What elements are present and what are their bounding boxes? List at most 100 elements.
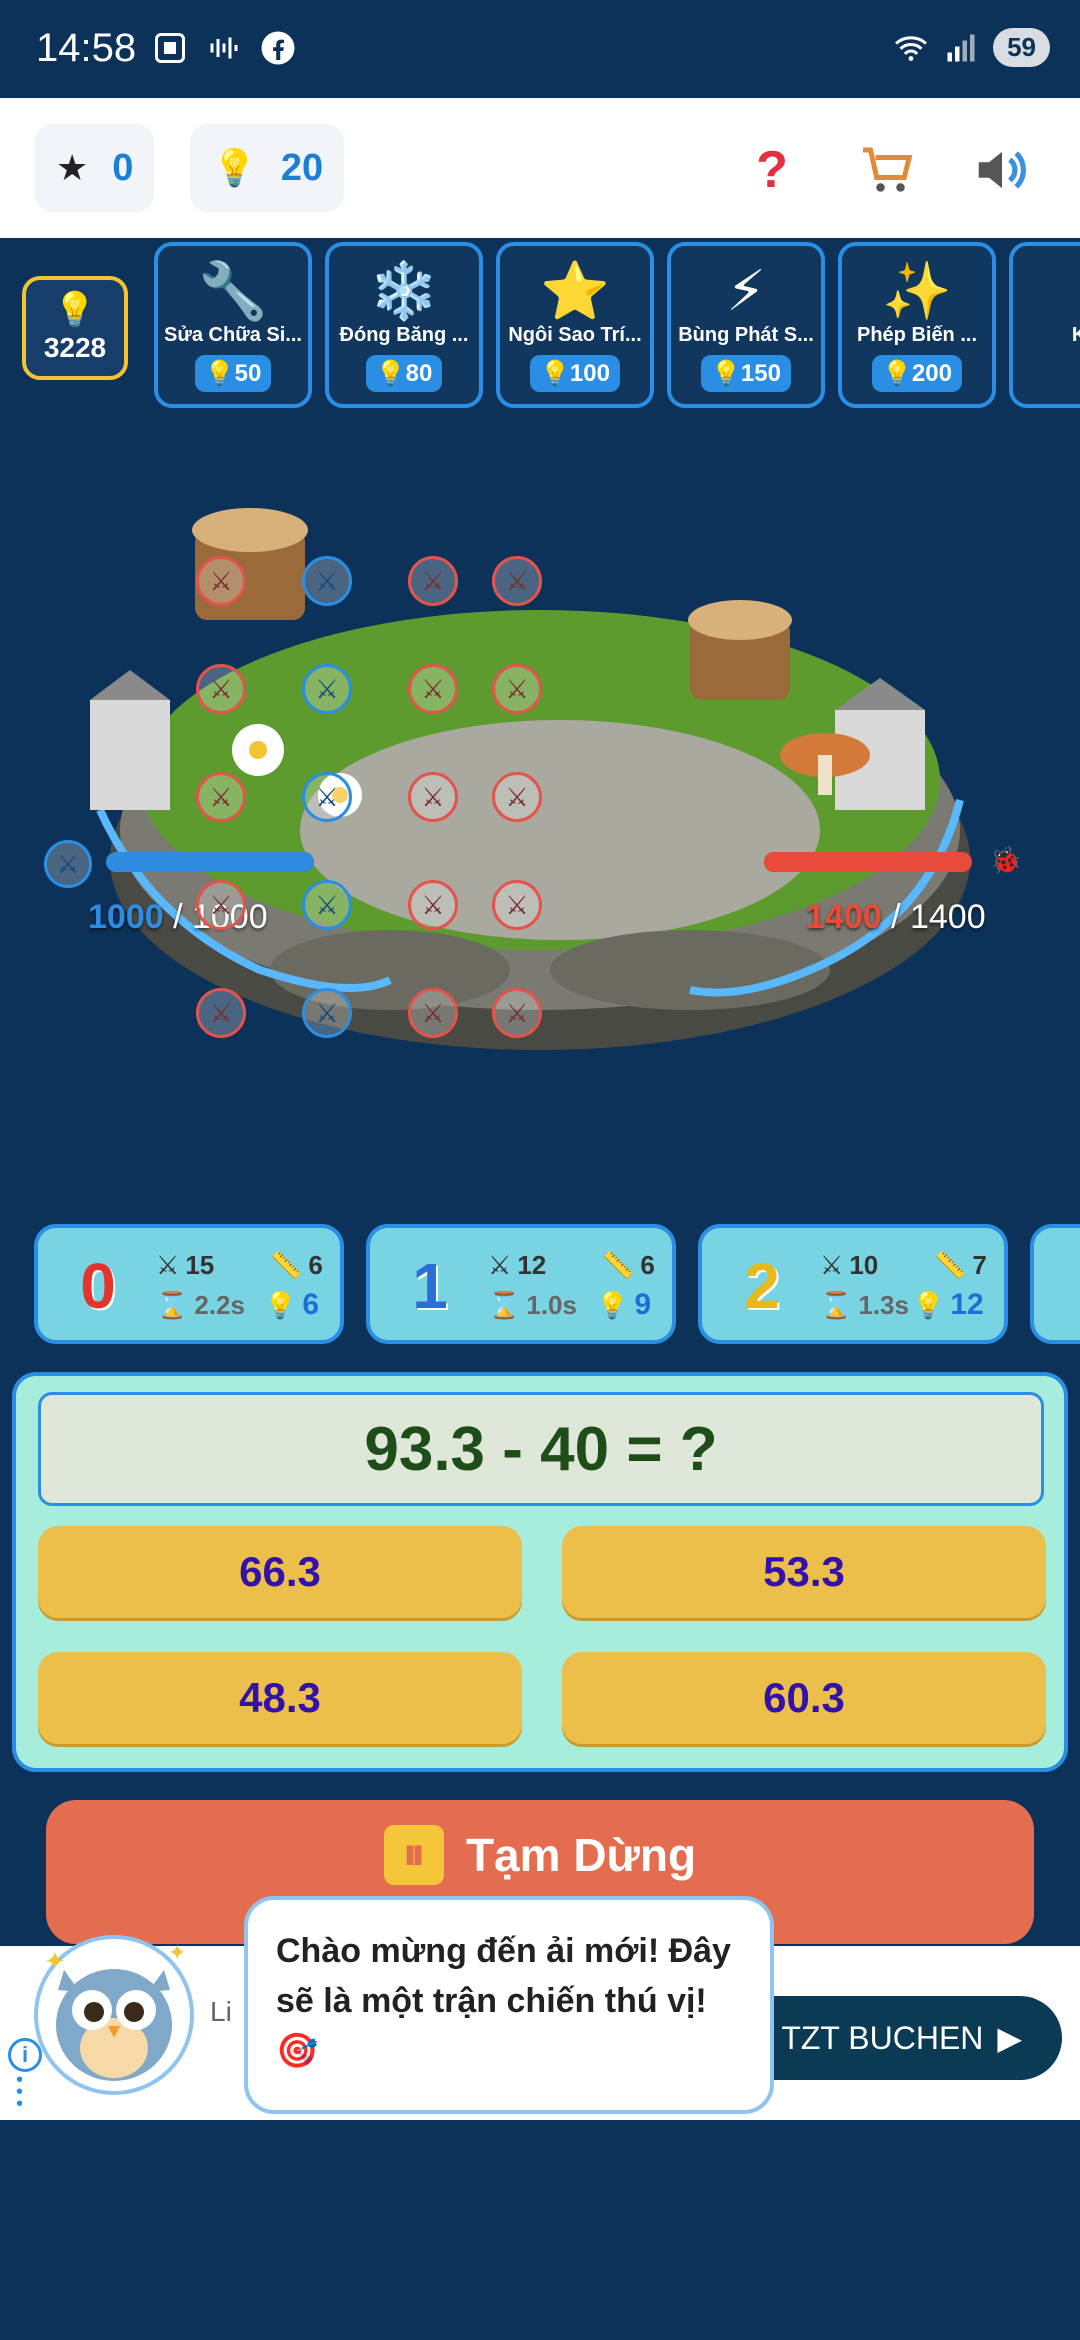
ad-cta-label: TZT BUCHEN	[781, 2019, 984, 2056]
hero-cost: 💡 12	[912, 1288, 984, 1321]
hero-range: 📏 6	[270, 1250, 323, 1280]
right-hp-bar-fill	[764, 852, 972, 872]
hero-cards: 0 ⚔ 15 📏 6 ⌛ 2.2s 💡 6 1 ⚔ 12 📏 6 ⌛ 1.0s 💡 9 2 ⚔ 1…	[0, 1224, 1080, 1348]
powerup-name: Đóng Băng ...	[339, 324, 469, 346]
unit-slot[interactable]: ⚔	[302, 880, 352, 930]
lightning-icon: ⚡	[726, 259, 766, 322]
sound-icon[interactable]	[966, 134, 1038, 206]
powerup-repair[interactable]: 🔧 Sửa Chữa Si... 💡50	[154, 242, 312, 408]
play-arrow-icon: ▶	[997, 2020, 1022, 2056]
hourglass-icon: ⌛	[488, 1290, 521, 1320]
unit-slot[interactable]: ⚔	[492, 988, 542, 1038]
powerup-partial[interactable]: Khi	[1009, 242, 1080, 408]
stars-value: 0	[112, 146, 134, 189]
unit-slot[interactable]: ⚔	[408, 556, 458, 606]
unit-slot[interactable]: ⚔	[196, 880, 246, 930]
lightbulb-icon: 💡	[264, 1289, 297, 1320]
pause-label: Tạm Dừng	[465, 1829, 697, 1881]
ad-cta-button[interactable]: TZT BUCHEN ▶	[732, 1996, 1062, 2080]
right-hp-max: / 1400	[881, 898, 986, 936]
right-hp-text: 1400 / 1400	[806, 898, 986, 937]
left-base-icon: ⚔	[44, 840, 92, 888]
lightbulb-icon: 💡	[53, 291, 97, 329]
powerup-cost: 💡150	[701, 355, 791, 392]
unit-slot[interactable]: ⚔	[302, 556, 352, 606]
hero-speed: ⌛ 1.3s	[820, 1290, 909, 1320]
left-hp-bar-fill	[106, 852, 314, 872]
hero-attack: ⚔ 15	[156, 1250, 215, 1280]
bulb-bank: 💡 3228	[22, 276, 128, 380]
answer-button[interactable]: 48.3	[38, 1652, 522, 1744]
wifi-icon	[895, 35, 928, 61]
star-icon: ⭐	[540, 259, 610, 322]
powerup-star[interactable]: ⭐ Ngôi Sao Trí... 💡100	[496, 242, 654, 408]
powerup-burst[interactable]: ⚡ Bùng Phát S... 💡150	[667, 242, 825, 408]
unit-slot[interactable]: ⚔	[408, 772, 458, 822]
question-text: 93.3 - 40 = ?	[38, 1392, 1044, 1506]
ruler-icon: 📏	[934, 1250, 967, 1280]
powerup-transform[interactable]: ✨ Phép Biến ... 💡200	[838, 242, 996, 408]
question-panel: 93.3 - 40 = ? 66.3 53.3 48.3 60.3	[12, 1372, 1068, 1772]
svg-text:✦: ✦	[44, 1946, 66, 1976]
resource-bar: ★ 0 💡 20 ?	[0, 98, 1080, 238]
hero-card-2[interactable]: 2 ⚔ 10 📏 7 ⌛ 1.3s 💡 12	[698, 1224, 1008, 1344]
unit-slot[interactable]: ⚔	[408, 664, 458, 714]
unit-slot[interactable]: ⚔	[196, 556, 246, 606]
powerup-name: Khi	[1071, 324, 1080, 346]
battery-indicator: 59	[993, 28, 1050, 67]
lightbulb-icon: 💡	[212, 147, 257, 188]
hero-card-partial[interactable]	[1030, 1224, 1080, 1344]
answer-button[interactable]: 60.3	[562, 1652, 1046, 1744]
left-hp-bar-track	[106, 852, 314, 872]
ad-menu-icon[interactable]: • • •	[16, 2070, 23, 2114]
mascot-speech-bubble: Chào mừng đến ải mới! Đây sẽ là một trận…	[244, 1896, 774, 2114]
powerup-freeze[interactable]: ❄️ Đóng Băng ... 💡80	[325, 242, 483, 408]
hero-range: 📏 7	[934, 1250, 987, 1280]
owl-mascot: ✦ ✦	[34, 1935, 194, 2095]
unit-slot[interactable]: ⚔	[492, 772, 542, 822]
ad-text: Li	[210, 1996, 232, 2027]
powerup-cost: 💡80	[365, 355, 443, 392]
hourglass-icon: ⌛	[156, 1290, 189, 1320]
stars-counter: ★ 0	[34, 124, 154, 212]
hero-speed: ⌛ 1.0s	[488, 1290, 577, 1320]
unit-slot[interactable]: ⚔	[408, 988, 458, 1038]
unit-slot[interactable]: ⚔	[196, 772, 246, 822]
snowflake-icon: ❄️	[369, 259, 439, 322]
pause-icon: ⏸	[383, 1825, 444, 1885]
unit-slot[interactable]: ⚔	[408, 880, 458, 930]
unit-slot[interactable]: ⚔	[492, 880, 542, 930]
unit-slot[interactable]: ⚔	[302, 988, 352, 1038]
unit-slot[interactable]: ⚔	[492, 556, 542, 606]
answer-button[interactable]: 66.3	[38, 1526, 522, 1618]
swords-icon: ⚔	[156, 1250, 180, 1280]
hero-cost: 💡 9	[596, 1288, 652, 1321]
lightbulb-icon: 💡	[596, 1289, 629, 1320]
right-hp-bar-track	[764, 852, 972, 872]
unit-slot[interactable]: ⚔	[492, 664, 542, 714]
status-time: 14:58	[36, 26, 137, 70]
right-base-icon: 🐞	[989, 844, 1023, 875]
sparkles-icon: ✨	[882, 259, 952, 322]
unit-slot[interactable]: ⚔	[302, 772, 352, 822]
right-hp-current: 1400	[806, 898, 882, 936]
lightbulb-icon: 💡	[912, 1289, 945, 1320]
unit-slot[interactable]: ⚔	[302, 664, 352, 714]
unit-slot[interactable]: ⚔	[196, 664, 246, 714]
answer-button[interactable]: 53.3	[562, 1526, 1046, 1618]
hero-card-0[interactable]: 0 ⚔ 15 📏 6 ⌛ 2.2s 💡 6	[34, 1224, 344, 1344]
help-icon[interactable]: ?	[736, 134, 808, 206]
hero-card-1[interactable]: 1 ⚔ 12 📏 6 ⌛ 1.0s 💡 9	[366, 1224, 676, 1344]
wrench-icon: 🔧	[198, 259, 268, 322]
unit-slot[interactable]: ⚔	[196, 988, 246, 1038]
partial-icon	[1013, 258, 1080, 324]
powerup-name: Sửa Chữa Si...	[164, 324, 302, 346]
swords-icon: ⚔	[820, 1250, 844, 1280]
hero-avatar: 2	[744, 1250, 780, 1322]
shop-cart-icon[interactable]	[852, 134, 924, 206]
bulbs-counter: 💡 20	[190, 124, 344, 212]
bulb-bank-value: 3228	[43, 332, 107, 363]
bulbs-value: 20	[280, 146, 324, 189]
voice-icon	[210, 37, 238, 59]
battlefield: ⚔ 🐞 1000 / 1000 1400 / 1400 ⚔ ⚔ ⚔ ⚔ ⚔ ⚔ …	[0, 460, 1080, 1110]
